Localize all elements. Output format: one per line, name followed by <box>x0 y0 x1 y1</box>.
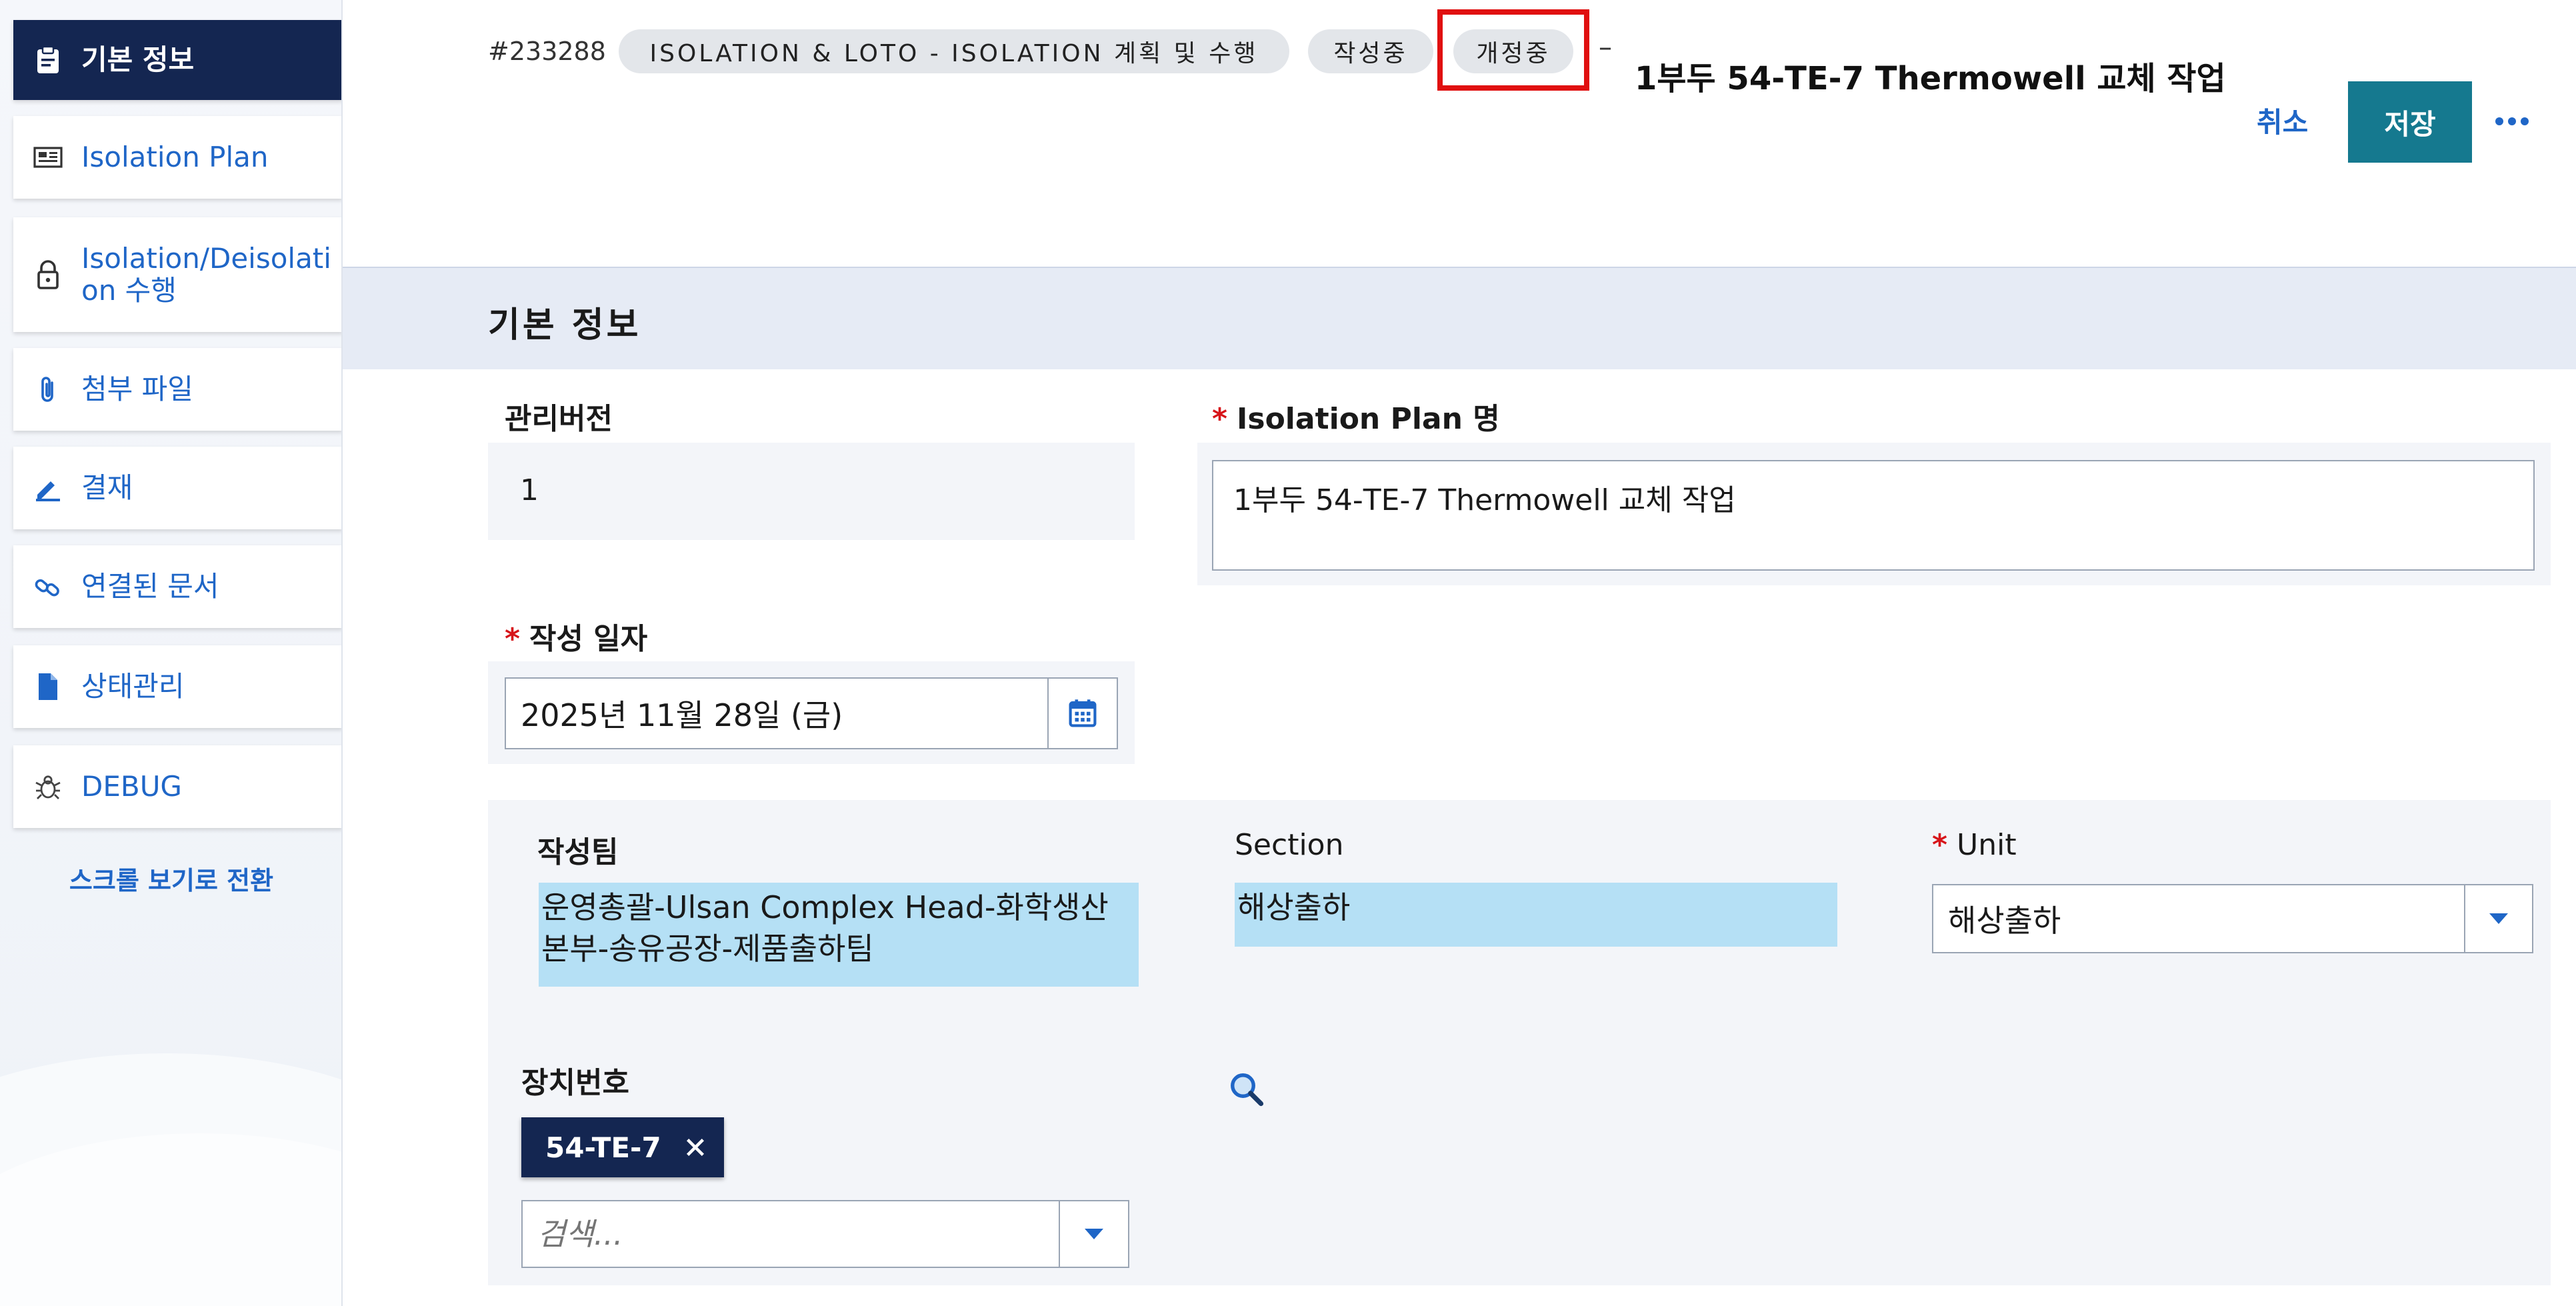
device-tag-label: 54-TE-7 <box>545 1131 661 1164</box>
plan-image-icon <box>33 143 63 172</box>
sidebar-item-basic-info[interactable]: 기본 정보 <box>13 20 341 100</box>
unit-dropdown-button[interactable] <box>2464 884 2533 953</box>
required-asterisk: * <box>505 622 521 656</box>
revision-chip-highlight <box>1437 9 1589 91</box>
sidebar-item-attachments[interactable]: 첨부 파일 <box>13 348 341 431</box>
unit-select[interactable]: 해상출하 <box>1932 884 2465 953</box>
sidebar-item-label: 상태관리 <box>81 670 185 703</box>
plan-name-textarea[interactable]: 1부두 54-TE-7 Thermowell 교체 작업 <box>1212 460 2535 571</box>
sidebar-item-isolation-execution[interactable]: Isolation/Deisolation 수행 <box>13 217 341 332</box>
lock-icon <box>33 260 63 289</box>
status-chip: 작성중 <box>1308 29 1433 73</box>
team-label: 작성팀 <box>537 835 619 869</box>
required-asterisk: * <box>1212 402 1228 436</box>
title-separator: – <box>1599 32 1612 63</box>
section-label: Section <box>1235 828 1344 862</box>
scroll-view-toggle-link[interactable]: 스크롤 보기로 전환 <box>0 860 341 897</box>
sidebar-item-isolation-plan[interactable]: Isolation Plan <box>13 116 341 199</box>
calendar-button[interactable] <box>1047 677 1118 749</box>
save-button[interactable]: 저장 <box>2348 81 2472 163</box>
device-tag: 54-TE-7 <box>521 1117 724 1177</box>
category-chip: ISOLATION & LOTO - ISOLATION 계획 및 수행 <box>619 29 1289 73</box>
date-input[interactable]: 2025년 11월 28일 (금) <box>505 677 1049 749</box>
sidebar-item-label: Isolation Plan <box>81 141 269 173</box>
clipboard-icon <box>33 45 63 75</box>
plan-name-label: * Isolation Plan 명 <box>1212 402 1500 436</box>
paperclip-icon <box>33 375 63 404</box>
page-title: 1부두 54-TE-7 Thermowell 교체 작업 <box>1635 60 2226 97</box>
calendar-icon <box>1069 699 1097 727</box>
close-icon[interactable] <box>683 1135 708 1160</box>
version-panel <box>488 443 1135 540</box>
section-header-band <box>343 267 2576 369</box>
more-options-button[interactable] <box>2493 103 2531 140</box>
sidebar-item-label: 결재 <box>81 471 133 504</box>
required-asterisk: * <box>1932 828 1948 862</box>
sidebar-item-linked-docs[interactable]: 연결된 문서 <box>13 545 341 628</box>
link-icon <box>33 572 63 601</box>
date-label: * 작성 일자 <box>505 622 648 656</box>
document-icon <box>33 672 63 701</box>
magnifier-icon <box>1231 1073 1264 1107</box>
section-value: 해상출하 <box>1235 883 1837 947</box>
search-device-button[interactable] <box>1228 1071 1264 1107</box>
sidebar-item-label: 기본 정보 <box>81 43 195 76</box>
section-title: 기본 정보 <box>488 305 641 345</box>
document-id: #233288 <box>488 37 606 66</box>
unit-label: * Unit <box>1932 828 2017 862</box>
pen-icon <box>33 473 63 503</box>
sidebar-item-label: DEBUG <box>81 770 182 803</box>
sidebar-nav: 기본 정보 Isolation Plan Isolation/Deisolati… <box>0 0 343 1306</box>
version-label: 관리버전 <box>505 402 613 436</box>
sidebar-item-label: Isolation/Deisolation 수행 <box>81 242 331 307</box>
sidebar-item-status[interactable]: 상태관리 <box>13 645 341 728</box>
sidebar-item-label: 첨부 파일 <box>81 373 193 405</box>
device-number-label: 장치번호 <box>521 1066 629 1100</box>
sidebar-item-debug[interactable]: DEBUG <box>13 745 341 828</box>
device-search-input[interactable] <box>537 1216 1059 1252</box>
device-search-field[interactable] <box>521 1200 1060 1268</box>
sidebar-item-approval[interactable]: 결재 <box>13 447 341 529</box>
more-dots-icon <box>2495 117 2529 125</box>
team-value: 운영총괄-Ulsan Complex Head-화학생산본부-송유공장-제품출하… <box>539 883 1139 987</box>
device-dropdown-button[interactable] <box>1059 1200 1129 1268</box>
cancel-button[interactable]: 취소 <box>2257 100 2308 141</box>
chevron-down-icon <box>1085 1229 1103 1239</box>
chevron-down-icon <box>2489 913 2508 924</box>
version-value: 1 <box>520 473 539 507</box>
sidebar-item-label: 연결된 문서 <box>81 570 219 603</box>
bug-icon <box>33 772 63 801</box>
